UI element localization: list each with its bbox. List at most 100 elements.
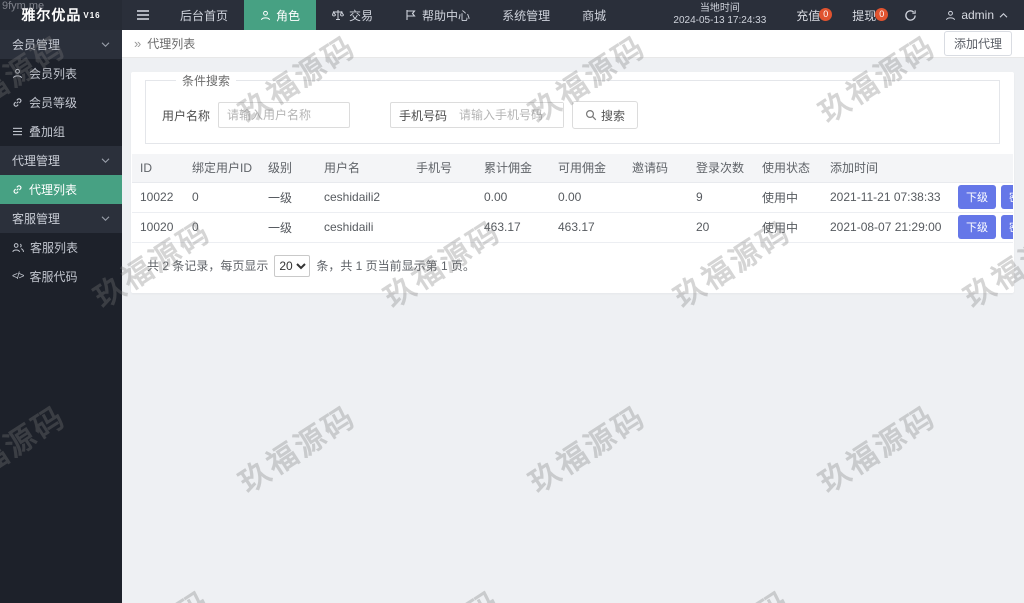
subordinate-button[interactable]: 下级 bbox=[958, 185, 996, 209]
sidebar: 会员管理 会员列表 会员等级 叠加组 代理管理 代理列表 客服管理 客服列表 <… bbox=[0, 30, 122, 603]
user-menu[interactable]: admin bbox=[929, 8, 1024, 22]
sidebar-group-service-label: 客服管理 bbox=[12, 212, 61, 226]
link-icon bbox=[12, 97, 23, 108]
sidebar-group-member-label: 会员管理 bbox=[12, 38, 61, 52]
sidebar-item-agent-list-label: 代理列表 bbox=[29, 183, 78, 197]
col-phone: 手机号 bbox=[408, 154, 476, 183]
pagination-prefix: 共 2 条记录，每页显示 bbox=[147, 259, 269, 273]
sidebar-item-agent-list[interactable]: 代理列表 bbox=[0, 175, 122, 204]
col-level: 级别 bbox=[260, 154, 316, 183]
cell-username: ceshidaili2 bbox=[316, 182, 408, 213]
sidebar-item-service-code[interactable]: </> 客服代码 bbox=[0, 262, 122, 291]
app-logo: 雅尔优品 V16 bbox=[0, 0, 122, 30]
search-button[interactable]: 搜索 bbox=[572, 101, 639, 129]
nav-item-role-label: 角色 bbox=[276, 8, 301, 23]
breadcrumb-current: 代理列表 bbox=[147, 37, 196, 51]
app-logo-text: 雅尔优品 bbox=[21, 7, 82, 23]
col-invite-code: 邀请码 bbox=[624, 154, 688, 183]
add-agent-button[interactable]: 添加代理 bbox=[943, 31, 1012, 56]
col-id: ID bbox=[132, 154, 184, 183]
withdraw-button[interactable]: 提现 0 bbox=[836, 7, 892, 24]
password-button[interactable]: 密码 bbox=[1001, 215, 1013, 239]
sidebar-group-member[interactable]: 会员管理 bbox=[0, 30, 122, 59]
hamburger-icon bbox=[136, 9, 150, 21]
status-badge: 使用中 bbox=[754, 212, 822, 243]
cell-created-at: 2021-08-07 21:29:00 bbox=[822, 212, 950, 243]
col-username: 用户名 bbox=[316, 154, 408, 183]
cell-invite-code bbox=[624, 212, 688, 243]
cell-total-commission: 0.00 bbox=[476, 182, 550, 213]
col-created-at: 添加时间 bbox=[822, 154, 950, 183]
pagination-suffix: 条，共 1 页当前显示第 1 页。 bbox=[316, 259, 476, 273]
nav-item-trade-label: 交易 bbox=[349, 8, 374, 23]
sidebar-item-member-list-label: 会员列表 bbox=[29, 67, 78, 81]
search-row: 用户名称 手机号码 搜索 bbox=[158, 101, 987, 129]
withdraw-badge: 0 bbox=[875, 7, 889, 21]
scales-icon bbox=[332, 9, 345, 21]
sidebar-group-service[interactable]: 客服管理 bbox=[0, 204, 122, 233]
phone-search-input[interactable] bbox=[455, 103, 564, 127]
pagination: 共 2 条记录，每页显示 20 条，共 1 页当前显示第 1 页。 bbox=[131, 243, 1014, 279]
sidebar-item-service-list[interactable]: 客服列表 bbox=[0, 233, 122, 262]
cell-actions: 下级密码编辑佣金记录禁用 bbox=[950, 182, 1013, 213]
nav-item-system[interactable]: 系统管理 bbox=[486, 0, 566, 30]
status-badge: 使用中 bbox=[754, 182, 822, 213]
sidebar-item-member-level[interactable]: 会员等级 bbox=[0, 88, 122, 117]
cell-bind-uid: 0 bbox=[184, 212, 260, 243]
recharge-badge: 0 bbox=[819, 7, 833, 21]
sidebar-item-service-code-label: 客服代码 bbox=[29, 270, 78, 284]
list-icon bbox=[12, 127, 23, 136]
user-avatar-icon bbox=[945, 10, 956, 21]
refresh-icon bbox=[904, 9, 917, 22]
subordinate-button[interactable]: 下级 bbox=[958, 215, 996, 239]
nav-item-system-label: 系统管理 bbox=[502, 8, 551, 23]
sidebar-item-overlay-group[interactable]: 叠加组 bbox=[0, 117, 122, 146]
agent-table: ID 绑定用户ID 级别 用户名 手机号 累计佣金 可用佣金 邀请码 登录次数 … bbox=[132, 154, 1013, 243]
nav-item-mall[interactable]: 商城 bbox=[566, 0, 622, 30]
sidebar-item-service-list-label: 客服列表 bbox=[30, 241, 79, 255]
sidebar-group-agent[interactable]: 代理管理 bbox=[0, 146, 122, 175]
col-available-commission: 可用佣金 bbox=[550, 154, 624, 183]
flag-icon bbox=[405, 9, 417, 21]
per-page-select[interactable]: 20 bbox=[274, 254, 311, 277]
cell-username: ceshidaili bbox=[316, 212, 408, 243]
nav-item-role[interactable]: 角色 bbox=[244, 0, 317, 30]
search-panel-legend: 条件搜索 bbox=[182, 74, 231, 88]
cell-actions: 下级密码编辑佣金记录禁用 bbox=[950, 212, 1013, 243]
nav-item-trade[interactable]: 交易 bbox=[316, 0, 389, 30]
cell-id: 10022 bbox=[132, 182, 184, 213]
chevron-down-icon bbox=[101, 215, 110, 222]
main-content: » 代理列表 添加代理 条件搜索 用户名称 手机号码 搜索 bbox=[122, 30, 1024, 603]
username-search-input[interactable] bbox=[218, 102, 351, 128]
cell-login-count: 20 bbox=[688, 212, 754, 243]
cell-total-commission: 463.17 bbox=[476, 212, 550, 243]
refresh-button[interactable] bbox=[892, 9, 929, 22]
search-panel: 条件搜索 用户名称 手机号码 搜索 bbox=[145, 72, 1000, 144]
nav-item-help[interactable]: 帮助中心 bbox=[389, 0, 486, 30]
recharge-label: 充值 bbox=[796, 8, 821, 23]
nav-item-home-label: 后台首页 bbox=[180, 8, 229, 23]
users-icon bbox=[12, 242, 24, 253]
table-row: 10020 0 一级 ceshidaili 463.17 463.17 20 使… bbox=[132, 212, 1013, 243]
app-logo-version: V16 bbox=[83, 10, 101, 20]
agent-list-card: 条件搜索 用户名称 手机号码 搜索 bbox=[131, 72, 1014, 293]
sidebar-item-overlay-group-label: 叠加组 bbox=[29, 125, 66, 139]
user-icon bbox=[12, 68, 23, 79]
chevron-down-icon bbox=[101, 41, 110, 48]
sidebar-item-member-list[interactable]: 会员列表 bbox=[0, 59, 122, 88]
password-button[interactable]: 密码 bbox=[1001, 185, 1013, 209]
col-actions bbox=[950, 154, 1013, 183]
cell-level: 一级 bbox=[260, 182, 316, 213]
sidebar-toggle-button[interactable] bbox=[122, 0, 164, 30]
chevron-down-icon bbox=[101, 157, 110, 164]
username-field-label: 用户名称 bbox=[162, 108, 211, 123]
cell-id: 10020 bbox=[132, 212, 184, 243]
breadcrumb: » 代理列表 添加代理 bbox=[122, 30, 1024, 58]
chevron-up-icon bbox=[999, 12, 1008, 19]
recharge-button[interactable]: 充值 0 bbox=[780, 7, 836, 24]
withdraw-label: 提现 bbox=[852, 8, 877, 23]
nav-item-home[interactable]: 后台首页 bbox=[164, 0, 244, 30]
breadcrumb-chevrons-icon: » bbox=[134, 36, 142, 51]
cell-created-at: 2021-11-21 07:38:33 bbox=[822, 182, 950, 213]
cell-phone bbox=[408, 212, 476, 243]
